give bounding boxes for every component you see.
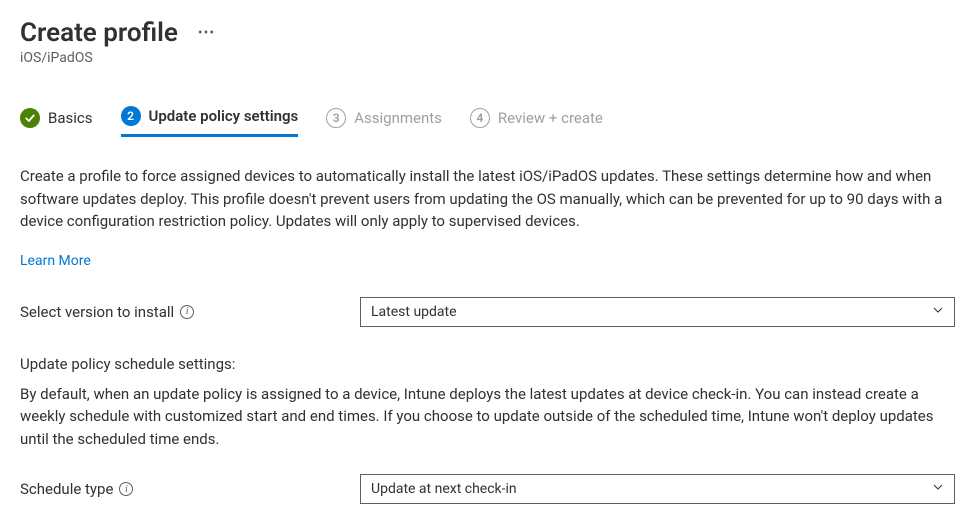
form-row-version: Select version to install i Latest updat… bbox=[20, 297, 955, 327]
schedule-heading: Update policy schedule settings: bbox=[20, 355, 955, 373]
step-basics[interactable]: Basics bbox=[20, 108, 93, 136]
schedule-description: By default, when an update policy is ass… bbox=[20, 383, 955, 451]
page-subtitle: iOS/iPadOS bbox=[20, 50, 955, 66]
wizard-steps: Basics 2 Update policy settings 3 Assign… bbox=[20, 106, 955, 137]
form-row-schedule-type: Schedule type i Update at next check-in bbox=[20, 474, 955, 504]
version-label: Select version to install bbox=[20, 303, 174, 321]
step-label: Assignments bbox=[354, 109, 442, 127]
version-select[interactable]: Latest update bbox=[360, 297, 955, 327]
learn-more-link[interactable]: Learn More bbox=[20, 253, 91, 269]
step-label: Basics bbox=[48, 109, 93, 127]
step-number-badge: 4 bbox=[470, 108, 490, 128]
chevron-down-icon bbox=[932, 481, 944, 497]
schedule-type-label: Schedule type bbox=[20, 480, 113, 498]
description-text: Create a profile to force assigned devic… bbox=[20, 165, 955, 233]
step-number-badge: 2 bbox=[121, 106, 141, 126]
page-title: Create profile bbox=[20, 18, 178, 48]
chevron-down-icon bbox=[932, 304, 944, 320]
step-number-badge: 3 bbox=[326, 108, 346, 128]
info-icon[interactable]: i bbox=[180, 305, 194, 319]
more-icon[interactable]: ••• bbox=[194, 25, 219, 41]
version-select-value: Latest update bbox=[371, 304, 457, 320]
step-assignments[interactable]: 3 Assignments bbox=[326, 108, 442, 136]
step-update-policy-settings[interactable]: 2 Update policy settings bbox=[121, 106, 299, 137]
check-icon bbox=[20, 108, 40, 128]
schedule-type-select-value: Update at next check-in bbox=[371, 481, 517, 497]
step-label: Update policy settings bbox=[149, 107, 299, 125]
step-label: Review + create bbox=[498, 109, 603, 127]
info-icon[interactable]: i bbox=[119, 482, 133, 496]
step-review-create[interactable]: 4 Review + create bbox=[470, 108, 603, 136]
schedule-type-select[interactable]: Update at next check-in bbox=[360, 474, 955, 504]
